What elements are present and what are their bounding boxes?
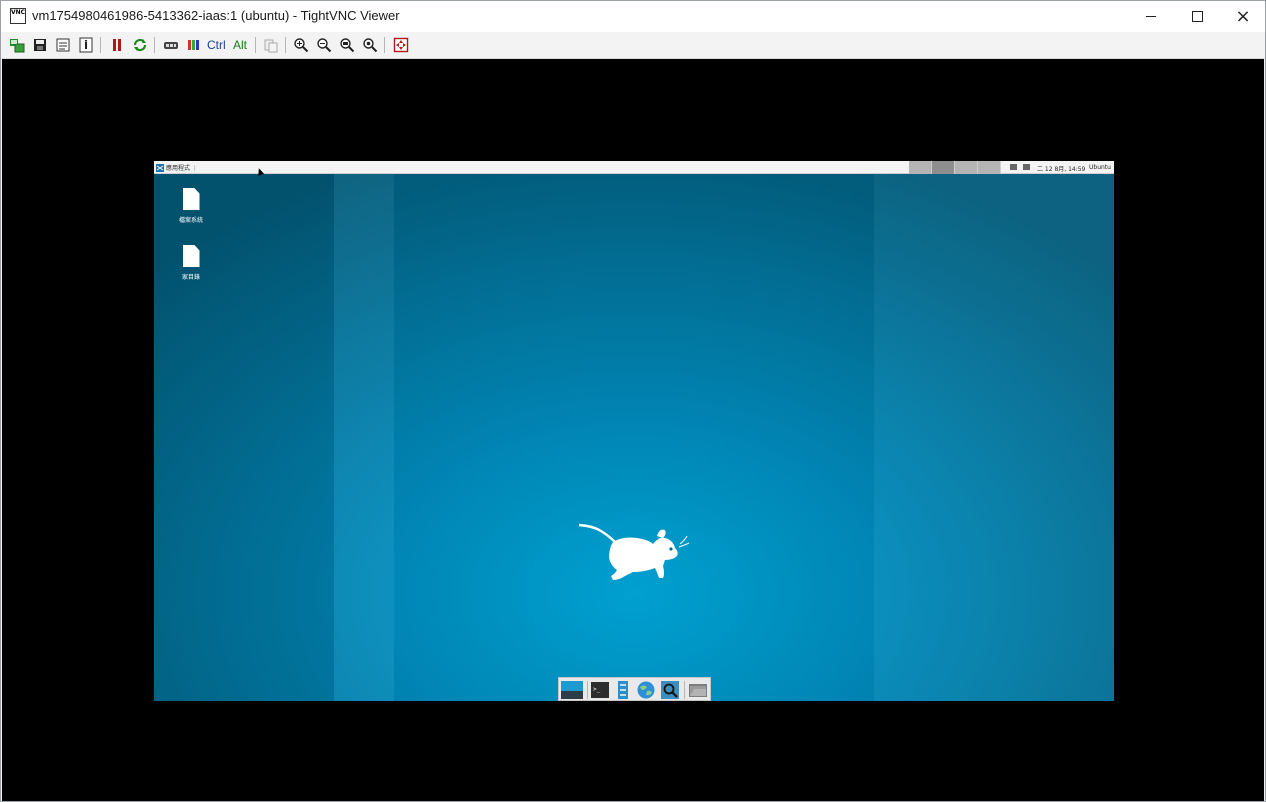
minimize-icon <box>1146 16 1156 17</box>
zoom-100-button[interactable] <box>338 36 356 54</box>
desktop-icon-label: 家目錄 <box>181 274 200 281</box>
workspace-switcher <box>909 161 1001 174</box>
pause-button[interactable] <box>108 36 126 54</box>
desktop-icon-home[interactable]: 家目錄 <box>171 245 211 281</box>
dock-terminal[interactable]: >_ <box>591 681 609 699</box>
wallpaper-band <box>874 174 1114 701</box>
connection-info-button[interactable] <box>77 36 95 54</box>
desktop-icon-filesystem[interactable]: 檔案系統 <box>171 188 211 224</box>
toolbar-separator <box>100 37 101 53</box>
dock-show-desktop[interactable] <box>561 681 583 699</box>
remote-desktop-screen[interactable]: 應用程式 ⋮ 二 12 8月, 14:59 Ubuntu 檔案系統 家目錄 >_ <box>154 161 1114 701</box>
wallpaper-band <box>394 174 874 701</box>
dock-separator <box>587 681 588 699</box>
xfce-mouse-logo-icon <box>579 523 690 580</box>
workspace-3[interactable] <box>955 161 978 174</box>
refresh-button[interactable] <box>131 36 149 54</box>
svg-text:>_: >_ <box>593 686 601 693</box>
workspace-4[interactable] <box>978 161 1001 174</box>
terminal-icon: >_ <box>591 682 609 698</box>
xfce-top-panel: 應用程式 ⋮ 二 12 8月, 14:59 Ubuntu <box>154 161 1114 176</box>
dock-folder[interactable] <box>688 681 708 699</box>
ctrl-alt-del-button[interactable] <box>162 36 180 54</box>
zoom-fit-button[interactable] <box>361 36 379 54</box>
close-icon: × <box>1235 5 1251 27</box>
zoom-in-icon <box>294 38 309 53</box>
bottom-dock: >_ <box>558 677 711 701</box>
title-bar[interactable]: VNC vm1754980461986-5413362-iaas:1 (ubun… <box>1 1 1265 32</box>
network-icon[interactable] <box>1010 164 1017 170</box>
window-title: vm1754980461986-5413362-iaas:1 (ubuntu) … <box>32 8 400 23</box>
notification-icon[interactable] <box>1023 164 1030 170</box>
xfce-logo-icon <box>156 163 164 172</box>
ctrl-esc-icon <box>188 40 199 50</box>
workspace-2[interactable] <box>932 161 955 174</box>
workspace-1[interactable] <box>909 161 932 174</box>
file-icon <box>182 188 200 210</box>
zoom-in-button[interactable] <box>292 36 310 54</box>
applications-menu[interactable]: 應用程式 ⋮ <box>156 163 198 172</box>
file-manager-icon <box>618 681 628 699</box>
desktop-icon-label: 檔案系統 <box>178 217 203 224</box>
zoom-out-button[interactable] <box>315 36 333 54</box>
web-browser-icon <box>637 681 655 699</box>
dock-web-browser[interactable] <box>637 681 655 699</box>
vnc-toolbar: Ctrl Alt <box>1 32 1265 59</box>
zoom-fit-icon <box>363 38 378 53</box>
clipboard-button[interactable] <box>262 36 280 54</box>
clipboard-icon <box>264 39 278 53</box>
info-icon <box>79 37 93 53</box>
save-icon <box>34 39 46 51</box>
wallpaper-band <box>334 174 394 701</box>
app-finder-icon <box>661 681 679 699</box>
pause-icon <box>113 39 121 51</box>
new-connection-icon <box>10 39 25 53</box>
vnc-viewport[interactable]: 應用程式 ⋮ 二 12 8月, 14:59 Ubuntu 檔案系統 家目錄 >_ <box>2 59 1264 801</box>
ctrl-esc-button[interactable] <box>185 36 203 54</box>
ctrl-alt-del-icon <box>164 42 178 49</box>
minimize-button[interactable] <box>1128 1 1174 32</box>
vnc-viewer-window: VNC vm1754980461986-5413362-iaas:1 (ubun… <box>0 0 1266 802</box>
vnc-app-icon: VNC <box>10 8 26 24</box>
folder-icon <box>689 684 707 697</box>
options-icon <box>56 38 70 52</box>
file-icon <box>182 245 200 267</box>
applications-menu-label: 應用程式 ⋮ <box>166 165 198 172</box>
dock-separator <box>684 681 685 699</box>
options-button[interactable] <box>54 36 72 54</box>
save-button[interactable] <box>31 36 49 54</box>
close-button[interactable]: × <box>1220 1 1266 32</box>
dock-file-manager[interactable] <box>615 681 631 699</box>
dock-app-finder[interactable] <box>661 681 679 699</box>
zoom-100-icon <box>340 38 355 53</box>
maximize-icon <box>1191 11 1203 22</box>
fullscreen-icon <box>393 37 409 53</box>
toolbar-separator <box>255 37 256 53</box>
refresh-icon <box>133 38 147 52</box>
panel-user[interactable]: Ubuntu <box>1089 164 1111 171</box>
show-desktop-icon <box>561 681 583 699</box>
zoom-out-icon <box>317 38 332 53</box>
alt-key-button[interactable]: Alt <box>231 36 249 54</box>
ctrl-key-button[interactable]: Ctrl <box>207 36 226 54</box>
panel-clock[interactable]: 二 12 8月, 14:59 <box>1037 164 1085 173</box>
fullscreen-button[interactable] <box>392 36 410 54</box>
new-connection-button[interactable] <box>8 36 26 54</box>
maximize-button[interactable] <box>1174 1 1220 32</box>
toolbar-separator <box>154 37 155 53</box>
toolbar-separator <box>384 37 385 53</box>
toolbar-separator <box>285 37 286 53</box>
